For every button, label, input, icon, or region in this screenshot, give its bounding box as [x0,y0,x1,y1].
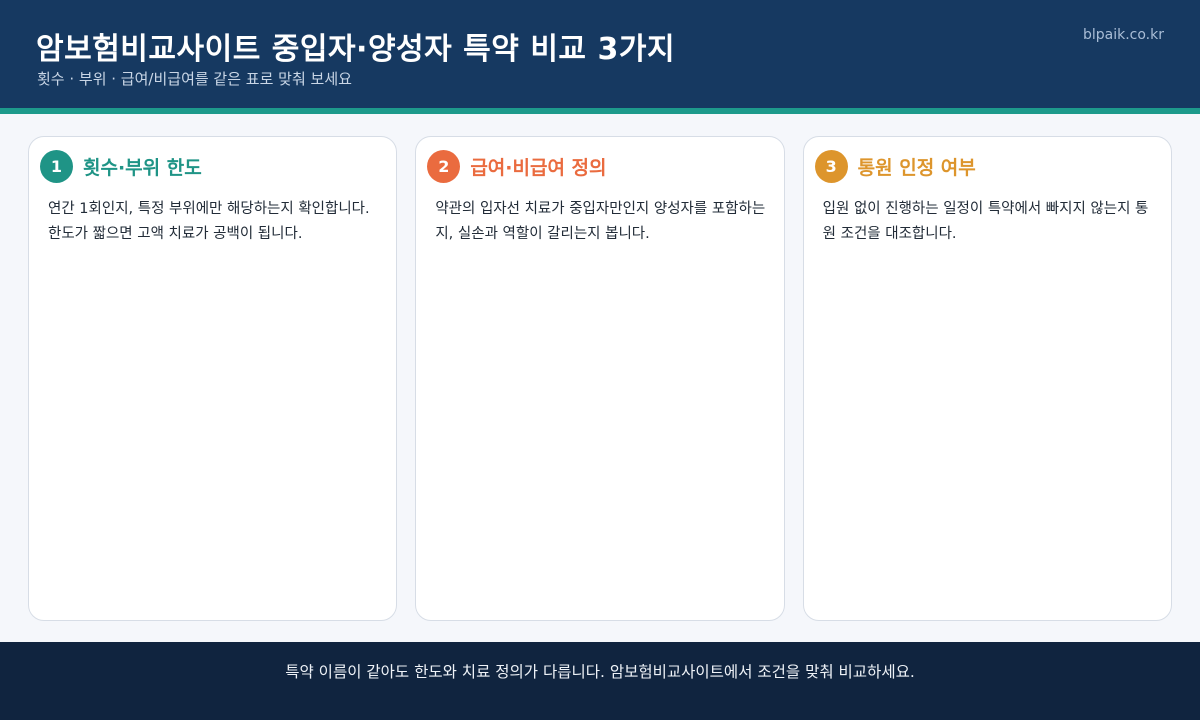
card-body: 입원 없이 진행하는 일정이 특약에서 빠지지 않는지 통원 조건을 대조합니다… [822,201,1149,242]
footer-note: 특약 이름이 같아도 한도와 치료 정의가 다릅니다. 암보험비교사이트에서 조… [285,662,915,681]
card-frequency-limit: 1 횟수·부위 한도 연간 1회인지, 특정 부위에만 해당하는지 확인합니다.… [28,136,398,621]
header-accent-bar [0,108,1200,114]
footer-banner: 특약 이름이 같아도 한도와 치료 정의가 다릅니다. 암보험비교사이트에서 조… [0,642,1200,720]
card-body: 연간 1회인지, 특정 부위에만 해당하는지 확인합니다. 한도가 짧으면 고액… [48,201,370,242]
site-domain: blpaik.co.kr [1082,27,1164,43]
number-badge: 1 [40,149,73,183]
card-title: 급여·비급여 정의 [470,156,607,179]
card-header: 3 통원 인정 여부 [814,149,1153,183]
number-badge: 2 [427,149,461,183]
card-title: 통원 인정 여부 [857,156,976,179]
card-outpatient-recognition: 3 통원 인정 여부 입원 없이 진행하는 일정이 특약에서 빠지지 않는지 통… [802,136,1172,621]
card-header: 2 급여·비급여 정의 [427,149,765,183]
page-subtitle: 횟수 · 부위 · 급여/비급여를 같은 표로 맞춰 보세요 [37,70,352,88]
page-title: 암보험비교사이트 중입자·양성자 특약 비교 3가지 [36,32,676,67]
comparison-cards: 1 횟수·부위 한도 연간 1회인지, 특정 부위에만 해당하는지 확인합니다.… [28,136,1172,621]
card-title: 횟수·부위 한도 [83,156,202,179]
number-badge: 3 [814,149,848,183]
header-banner: 암보험비교사이트 중입자·양성자 특약 비교 3가지 횟수 · 부위 · 급여/… [0,0,1200,108]
card-body: 약관의 입자선 치료가 중입자만인지 양성자를 포함하는지, 실손과 역할이 갈… [435,201,766,242]
card-coverage-definition: 2 급여·비급여 정의 약관의 입자선 치료가 중입자만인지 양성자를 포함하는… [415,136,785,621]
card-header: 1 횟수·부위 한도 [40,149,378,183]
